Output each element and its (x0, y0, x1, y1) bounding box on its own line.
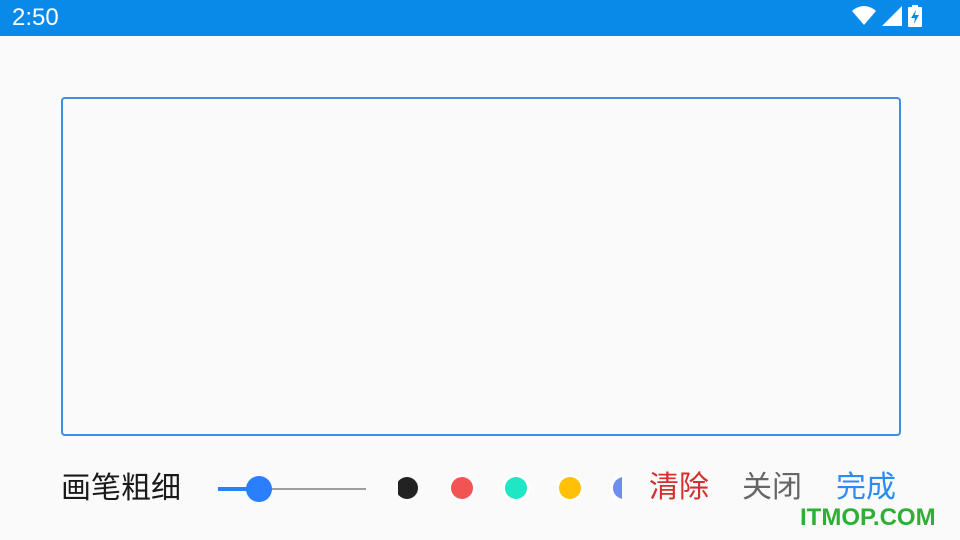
color-swatch-teal[interactable] (505, 477, 527, 499)
color-swatch-yellow[interactable] (559, 477, 581, 499)
color-picker (398, 470, 622, 506)
status-time: 2:50 (12, 4, 59, 31)
wifi-icon (852, 6, 876, 30)
brush-thickness-label: 画笔粗细 (61, 471, 181, 506)
brush-thickness-slider[interactable] (218, 475, 366, 503)
status-icons (852, 5, 922, 31)
signal-icon (882, 6, 902, 30)
watermark: ITMOP.COM (800, 504, 936, 531)
done-button[interactable]: 完成 (836, 468, 896, 508)
battery-charging-icon (908, 5, 922, 31)
color-swatch-blue[interactable] (613, 477, 622, 499)
slider-thumb[interactable] (246, 476, 272, 502)
status-bar: 2:50 (0, 0, 960, 36)
color-swatch-black[interactable] (398, 477, 418, 499)
close-button[interactable]: 关闭 (742, 468, 802, 508)
drawing-canvas[interactable] (61, 97, 901, 436)
color-swatch-red[interactable] (451, 477, 473, 499)
clear-button[interactable]: 清除 (649, 468, 709, 508)
